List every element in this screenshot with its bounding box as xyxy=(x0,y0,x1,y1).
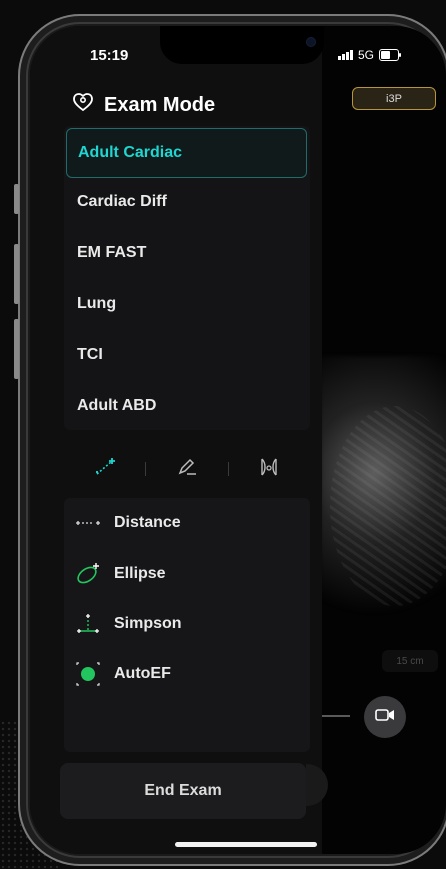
front-camera-icon xyxy=(307,38,315,46)
tool-tabs xyxy=(64,451,310,487)
measure-simpson[interactable]: Simpson xyxy=(74,606,182,642)
side-button-mute xyxy=(14,184,19,214)
end-exam-button[interactable]: End Exam xyxy=(60,763,306,819)
network-label: 5G xyxy=(358,48,375,62)
signal-icon xyxy=(338,50,353,60)
depth-slider-line xyxy=(322,715,350,717)
exam-mode-header: Exam Mode xyxy=(72,92,215,118)
measure-label: Ellipse xyxy=(114,565,166,582)
distance-icon xyxy=(74,509,102,537)
probe-badge[interactable]: i3P xyxy=(352,87,436,110)
depth-label: 15 cm xyxy=(382,650,438,672)
annotate-pen-icon xyxy=(175,456,199,483)
status-indicators: 5G xyxy=(338,48,402,62)
measure-label: Distance xyxy=(114,514,181,531)
dynamic-notch xyxy=(160,26,324,64)
measure-distance[interactable]: Distance xyxy=(74,505,181,541)
measurement-panel: Distance Ellipse Simpson AutoEF xyxy=(64,498,310,752)
autoef-icon xyxy=(74,660,102,688)
body-marker-icon xyxy=(257,456,281,483)
phone-screen: Exam Mode Adult Cardiac Cardiac Diff EM … xyxy=(30,26,446,854)
ellipse-icon xyxy=(74,560,102,588)
measure-autoef[interactable]: AutoEF xyxy=(74,656,171,692)
measure-label: AutoEF xyxy=(114,665,171,682)
status-time: 15:19 xyxy=(90,47,129,64)
tab-body-marker[interactable] xyxy=(229,451,310,487)
side-button-volume-up xyxy=(14,244,19,304)
battery-icon xyxy=(379,49,402,61)
measure-calipers-icon xyxy=(93,456,117,483)
exam-item-em-fast[interactable]: EM FAST xyxy=(66,229,305,277)
measure-label: Simpson xyxy=(114,615,182,632)
tab-measure[interactable] xyxy=(64,451,145,487)
exam-item-adult-cardiac[interactable]: Adult Cardiac xyxy=(66,128,307,178)
measure-ellipse[interactable]: Ellipse xyxy=(74,556,166,592)
side-button-volume-down xyxy=(14,319,19,379)
home-indicator[interactable] xyxy=(175,842,317,847)
exam-mode-drawer: Exam Mode Adult Cardiac Cardiac Diff EM … xyxy=(30,26,322,854)
video-camera-icon xyxy=(375,708,395,727)
record-video-button[interactable] xyxy=(364,696,406,738)
exam-item-lung[interactable]: Lung xyxy=(66,280,305,328)
exam-item-cardiac-diff[interactable]: Cardiac Diff xyxy=(66,178,305,226)
freeze-button-edge[interactable] xyxy=(306,764,328,806)
exam-item-adult-abd[interactable]: Adult ABD xyxy=(66,382,305,430)
exam-mode-title: Exam Mode xyxy=(104,93,216,116)
exam-mode-list: Adult Cardiac Cardiac Diff EM FAST Lung … xyxy=(64,126,310,430)
heart-location-icon xyxy=(72,92,94,118)
tab-annotate[interactable] xyxy=(146,451,227,487)
exam-item-tci[interactable]: TCI xyxy=(66,331,305,379)
simpson-icon xyxy=(74,610,102,638)
